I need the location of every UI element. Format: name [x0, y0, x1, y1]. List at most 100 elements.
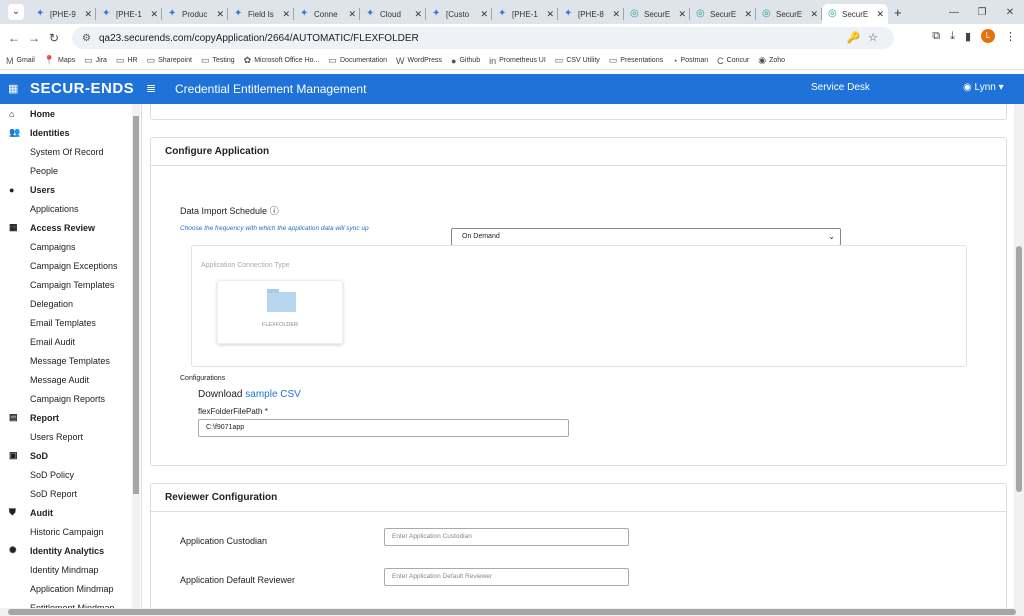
sidebar-item[interactable]: Campaign Reports [0, 389, 141, 408]
flexfolder-path-input[interactable]: C:\f9071app [198, 419, 569, 437]
bookmark-item[interactable]: ▭ HR [116, 55, 138, 66]
bookmark-item[interactable]: in Prometheus UI [489, 56, 546, 66]
close-tab-icon[interactable]: ✕ [480, 9, 488, 20]
sidebar-item[interactable]: Application Mindmap [0, 579, 141, 598]
browser-tab[interactable]: ✦ Conne ✕ [294, 4, 360, 24]
back-icon[interactable]: ← [4, 31, 24, 45]
sidebar-item[interactable]: Email Templates [0, 313, 141, 332]
close-tab-icon[interactable]: ✕ [678, 9, 686, 20]
close-window-icon[interactable]: ✕ [996, 7, 1024, 18]
close-tab-icon[interactable]: ✕ [810, 9, 818, 20]
bookmark-item[interactable]: ◉ Zoho [758, 55, 785, 66]
sidebar-item[interactable]: ⌂ Home [0, 104, 141, 123]
bookmark-item[interactable]: ▭ Sharepoint [147, 55, 192, 66]
close-tab-icon[interactable]: ✕ [546, 9, 554, 20]
sidepanel-icon[interactable]: ▮ [965, 30, 971, 43]
sidebar-item[interactable]: Identity Mindmap [0, 560, 141, 579]
bookmark-item[interactable]: ◔ Postman [672, 56, 708, 66]
sidebar-item[interactable]: Message Audit [0, 370, 141, 389]
browser-tab[interactable]: ◎ SecurE ✕ [822, 4, 888, 24]
bookmark-item[interactable]: ▭ Jira [84, 55, 107, 66]
sidebar-item[interactable]: ▤ Report [0, 408, 141, 427]
logo[interactable]: SECUR-ENDS [30, 80, 134, 97]
minimize-icon[interactable]: — [940, 7, 968, 18]
sidebar-item[interactable]: Historic Campaign [0, 522, 141, 541]
sidebar-item[interactable]: People [0, 161, 141, 180]
tab-search-button[interactable]: ⌄ [8, 4, 24, 20]
reload-icon[interactable]: ↻ [44, 31, 64, 45]
sidebar-item[interactable]: Entitlement Mindmap [0, 598, 141, 609]
address-bar[interactable]: ⚙ qa23.securends.com/copyApplication/266… [72, 27, 894, 49]
close-tab-icon[interactable]: ✕ [216, 9, 224, 20]
sidebar-item[interactable]: Users Report [0, 427, 141, 446]
bookmark-item[interactable]: ● Github [451, 56, 480, 66]
sidebar-item[interactable]: Campaign Templates [0, 275, 141, 294]
bookmark-item[interactable]: 📍 Maps [44, 55, 75, 66]
bookmark-item[interactable]: ▭ Documentation [328, 55, 387, 66]
application-custodian-input[interactable]: Enter Application Custodian [384, 528, 629, 546]
close-tab-icon[interactable]: ✕ [84, 9, 92, 20]
flexfolder-tile[interactable]: FLEXFOLDER [217, 280, 343, 344]
browser-tab[interactable]: ✦ [PHE-1 ✕ [96, 4, 162, 24]
browser-tab[interactable]: ◎ SecurE ✕ [756, 4, 822, 24]
sidebar-item[interactable]: Delegation [0, 294, 141, 313]
browser-tab[interactable]: ◎ SecurE ✕ [690, 4, 756, 24]
browser-tab[interactable]: ✦ [PHE-1 ✕ [492, 4, 558, 24]
browser-tab[interactable]: ✦ [PHE-9 ✕ [30, 4, 96, 24]
sidebar-item[interactable]: SoD Report [0, 484, 141, 503]
browser-tab[interactable]: ✦ Produc ✕ [162, 4, 228, 24]
sidebar-item[interactable]: ▦ Access Review [0, 218, 141, 237]
user-menu[interactable]: ◉ Lynn ▾ [963, 82, 1004, 93]
new-tab-button[interactable]: + [894, 5, 902, 20]
browser-tab[interactable]: ✦ Field Is ✕ [228, 4, 294, 24]
info-icon[interactable]: ⓘ [270, 206, 279, 216]
bookmark-item[interactable]: ▭ CSV Utility [555, 55, 600, 66]
bookmark-item[interactable]: ▭ Presentations [609, 55, 663, 66]
close-tab-icon[interactable]: ✕ [282, 9, 290, 20]
close-tab-icon[interactable]: ✕ [612, 9, 620, 20]
sidebar-item[interactable]: ✺ Identity Analytics [0, 541, 141, 560]
sidebar-item[interactable]: 👥 Identities [0, 123, 141, 142]
extensions-icon[interactable]: ⧉ [932, 30, 940, 43]
main-scroll-thumb[interactable] [1016, 246, 1022, 492]
bookmark-item[interactable]: ▭ Testing [201, 55, 235, 66]
data-import-schedule-select[interactable]: On Demand ⌄ [451, 228, 841, 246]
browser-tab[interactable]: ✦ [Custo ✕ [426, 4, 492, 24]
close-tab-icon[interactable]: ✕ [150, 9, 158, 20]
menu-icon[interactable]: ⋮ [1005, 30, 1016, 43]
restore-icon[interactable]: ❐ [968, 7, 996, 18]
sidebar-item[interactable]: Campaign Exceptions [0, 256, 141, 275]
sidebar-item[interactable]: Applications [0, 199, 141, 218]
bookmark-item[interactable]: M Gmail [6, 56, 35, 66]
site-info-icon[interactable]: ⚙ [82, 33, 91, 44]
apps-grid-icon[interactable]: ▦ [8, 82, 18, 95]
profile-avatar[interactable]: L [981, 29, 995, 43]
hamburger-icon[interactable]: ≣ [146, 81, 156, 95]
browser-tab[interactable]: ✦ Cloud ✕ [360, 4, 426, 24]
sidebar-item[interactable]: ⛊ Audit [0, 503, 141, 522]
browser-tab[interactable]: ◎ SecurE ✕ [624, 4, 690, 24]
default-reviewer-input[interactable]: Enter Application Default Reviewer [384, 568, 629, 586]
sidebar-scroll-thumb[interactable] [133, 116, 139, 494]
bookmark-item[interactable]: C Concur [717, 56, 749, 66]
download-icon[interactable]: ⤓ [950, 30, 955, 43]
sidebar-item[interactable]: System Of Record [0, 142, 141, 161]
sidebar-item[interactable]: ● Users [0, 180, 141, 199]
bookmark-item[interactable]: W WordPress [396, 56, 442, 66]
sidebar-item[interactable]: ▣ SoD [0, 446, 141, 465]
sidebar-item[interactable]: Email Audit [0, 332, 141, 351]
close-tab-icon[interactable]: ✕ [876, 9, 884, 20]
sidebar-item[interactable]: Campaigns [0, 237, 141, 256]
sidebar-item[interactable]: Message Templates [0, 351, 141, 370]
service-desk-link[interactable]: Service Desk [811, 82, 870, 93]
bookmark-star-icon[interactable]: 🔑☆ [846, 31, 886, 44]
sample-csv-link[interactable]: sample CSV [245, 389, 301, 400]
close-tab-icon[interactable]: ✕ [348, 9, 356, 20]
bookmark-item[interactable]: ✿ Microsoft Office Ho... [244, 55, 320, 66]
close-tab-icon[interactable]: ✕ [744, 9, 752, 20]
close-tab-icon[interactable]: ✕ [414, 9, 422, 20]
browser-tab[interactable]: ✦ [PHE-8 ✕ [558, 4, 624, 24]
sidebar-item[interactable]: SoD Policy [0, 465, 141, 484]
forward-icon[interactable]: → [24, 31, 44, 45]
horizontal-scroll-thumb[interactable] [8, 609, 1016, 615]
